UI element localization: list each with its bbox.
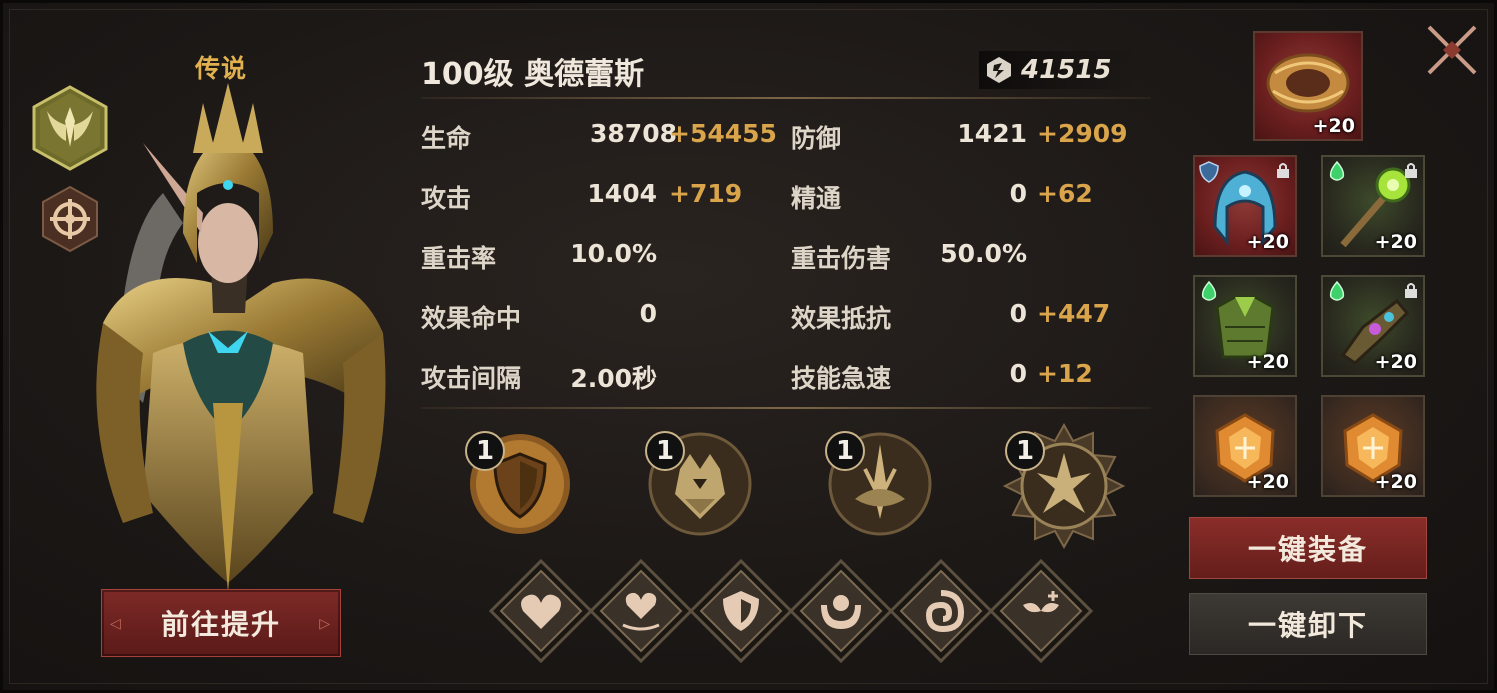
equip-level: +20 [1374,351,1417,373]
stat-value: 2.00秒 [570,364,657,393]
stat-hp: 生命 38708 +54455 [421,119,781,155]
combat-power: 41515 [979,51,1139,89]
stat-value: 1421 [957,119,1027,148]
button-right-ornament-icon: ▷ [319,616,332,632]
go-upgrade-label: 前往提升 [160,608,281,641]
skill-slot-2[interactable]: 1 [645,429,755,539]
stat-defense: 防御 1421 +2909 [791,119,1151,155]
skill-level-badge: 1 [1005,431,1045,471]
stat-label: 攻击 [421,184,472,213]
stat-skill-haste: 技能急速 0 +12 [791,359,1151,395]
stat-label: 重击率 [421,244,497,273]
stat-mastery: 精通 0 +62 [791,179,1151,215]
stat-label: 生命 [421,124,472,153]
skill-level-badge: 1 [465,431,505,471]
stat-crit-rate: 重击率 10.0% [421,239,781,275]
stat-bonus: +54455 [669,119,777,148]
equip-slot-armor[interactable]: +20 [1193,275,1297,377]
stat-value: 38708 [590,119,677,148]
equip-slot-top[interactable]: +20 [1253,31,1363,141]
equip-level: +20 [1246,231,1289,253]
stat-label: 精通 [791,184,842,213]
stat-value: 0 [1009,359,1027,388]
skill-slot-1[interactable]: 1 [465,429,575,539]
green-gem-badge-icon [1201,281,1217,301]
stat-label: 重击伤害 [791,244,892,273]
stat-bonus: +12 [1037,359,1093,388]
embrace-icon[interactable] [789,559,893,663]
stat-bonus: +447 [1037,299,1111,328]
stat-bonus: +2909 [1037,119,1128,148]
stat-value: 0 [1009,299,1027,328]
stat-label: 效果命中 [421,304,522,333]
equip-slot-accessory-1[interactable]: +20 [1193,395,1297,497]
equip-slot-gloves[interactable]: +20 [1321,275,1425,377]
equip-level: +20 [1312,115,1355,137]
heart-icon[interactable] [489,559,593,663]
equip-slot-weapon[interactable]: +20 [1321,155,1425,257]
go-upgrade-button[interactable]: ◁ 前往提升 ▷ [101,589,341,657]
stat-label: 防御 [791,124,842,153]
lock-icon [1405,283,1417,298]
swirl-icon[interactable] [889,559,993,663]
stat-value: 10.0% [570,239,657,268]
lock-icon [1405,163,1417,178]
close-icon[interactable] [1423,21,1481,79]
shield-crest-icon[interactable] [689,559,793,663]
skill-slot-3[interactable]: 1 [825,429,935,539]
skill-level-badge: 1 [645,431,685,471]
green-gem-badge-icon [1329,281,1345,301]
green-gem-badge-icon [1329,161,1345,181]
stat-label: 技能急速 [791,364,892,393]
stat-bonus: +62 [1037,179,1093,208]
skill-slot-4[interactable]: 1 [1001,422,1127,550]
stat-effect-resist: 效果抵抗 0 +447 [791,299,1151,335]
stat-bonus: +719 [669,179,743,208]
header-divider [421,97,1151,99]
sprout-plus-icon[interactable] [989,559,1093,663]
unequip-all-button[interactable]: 一键卸下 [1189,593,1427,655]
equip-slot-helm[interactable]: +20 [1193,155,1297,257]
heart-ripple-icon[interactable] [589,559,693,663]
stat-label: 效果抵抗 [791,304,892,333]
stat-crit-damage: 重击伤害 50.0% [791,239,1151,275]
stat-attack-interval: 攻击间隔 2.00秒 [421,359,781,395]
stat-attack: 攻击 1404 +719 [421,179,781,215]
lock-icon [1277,163,1289,178]
hero-name-level: 100级 奥德蕾斯 [421,57,645,92]
hero-detail-panel: 传说 ◁ 前往提升 ▷ 100级 奥德蕾斯 41515 生命 38708 +54… [0,0,1497,693]
stat-effect-hit: 效果命中 0 [421,299,781,335]
equip-level: +20 [1374,471,1417,493]
stat-label: 攻击间隔 [421,364,522,393]
equip-all-button[interactable]: 一键装备 [1189,517,1427,579]
combat-power-value: 41515 [1021,55,1112,85]
equip-level: +20 [1374,231,1417,253]
stat-value: 0 [1009,179,1027,208]
equip-slot-accessory-2[interactable]: +20 [1321,395,1425,497]
stats-divider [421,407,1151,409]
skill-level-badge: 1 [825,431,865,471]
hero-portrait [96,83,386,593]
stat-value: 1404 [587,179,657,208]
blue-shield-badge-icon [1199,161,1219,183]
equip-level: +20 [1246,471,1289,493]
button-left-ornament-icon: ◁ [110,616,123,632]
stat-value: 0 [639,299,657,328]
stat-value: 50.0% [940,239,1027,268]
combat-power-icon [987,57,1011,83]
equip-level: +20 [1246,351,1289,373]
